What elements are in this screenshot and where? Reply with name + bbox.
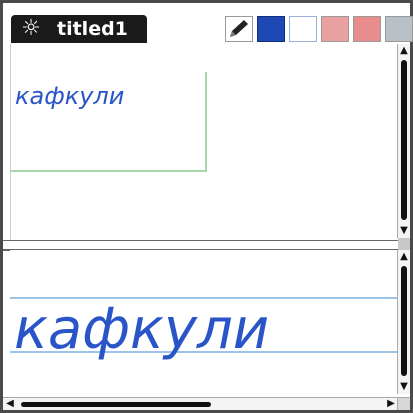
preview-ink-text: кафкули xyxy=(15,82,124,110)
scroll-up-icon[interactable]: ▲ xyxy=(399,46,409,56)
pencil-icon[interactable] xyxy=(225,16,253,42)
resize-corner-icon[interactable] xyxy=(397,397,410,410)
color-white-swatch[interactable] xyxy=(289,16,317,42)
writing-ink-label: кафкули xyxy=(14,297,269,362)
horizontal-scrollbar[interactable]: ◀ ▶ xyxy=(3,397,398,410)
splitter-grip-icon[interactable] xyxy=(398,238,410,250)
writing-ink-text: кафкули xyxy=(14,297,269,362)
preview-ink-label: кафкули xyxy=(15,82,124,110)
pencil-glyph xyxy=(226,17,252,41)
writing-pane[interactable]: кафкули xyxy=(10,250,400,396)
horizontal-scroll-thumb[interactable] xyxy=(21,402,211,407)
tool-6-icon[interactable] xyxy=(385,16,413,42)
scroll-down-icon[interactable]: ▼ xyxy=(399,226,409,236)
scroll-down-icon[interactable]: ▼ xyxy=(399,382,409,392)
preview-scroll-thumb[interactable] xyxy=(401,60,407,220)
color-blue-swatch[interactable] xyxy=(257,16,285,42)
title-bar: ☼ titled1 xyxy=(3,3,413,43)
scroll-up-icon[interactable]: ▲ xyxy=(399,252,409,262)
writing-vscrollbar[interactable]: ▲ ▼ xyxy=(397,250,410,394)
tool-5-icon[interactable] xyxy=(353,16,381,42)
preview-pane[interactable]: кафкули xyxy=(10,44,401,242)
writing-scroll-thumb[interactable] xyxy=(401,266,407,376)
scroll-left-icon[interactable]: ◀ xyxy=(5,399,15,409)
preview-vscrollbar[interactable]: ▲ ▼ xyxy=(397,44,410,238)
toolbar xyxy=(225,16,413,42)
sun-icon[interactable]: ☼ xyxy=(11,15,51,43)
scroll-right-icon[interactable]: ▶ xyxy=(386,399,396,409)
tool-4-icon[interactable] xyxy=(321,16,349,42)
document-title[interactable]: titled1 xyxy=(51,15,147,43)
